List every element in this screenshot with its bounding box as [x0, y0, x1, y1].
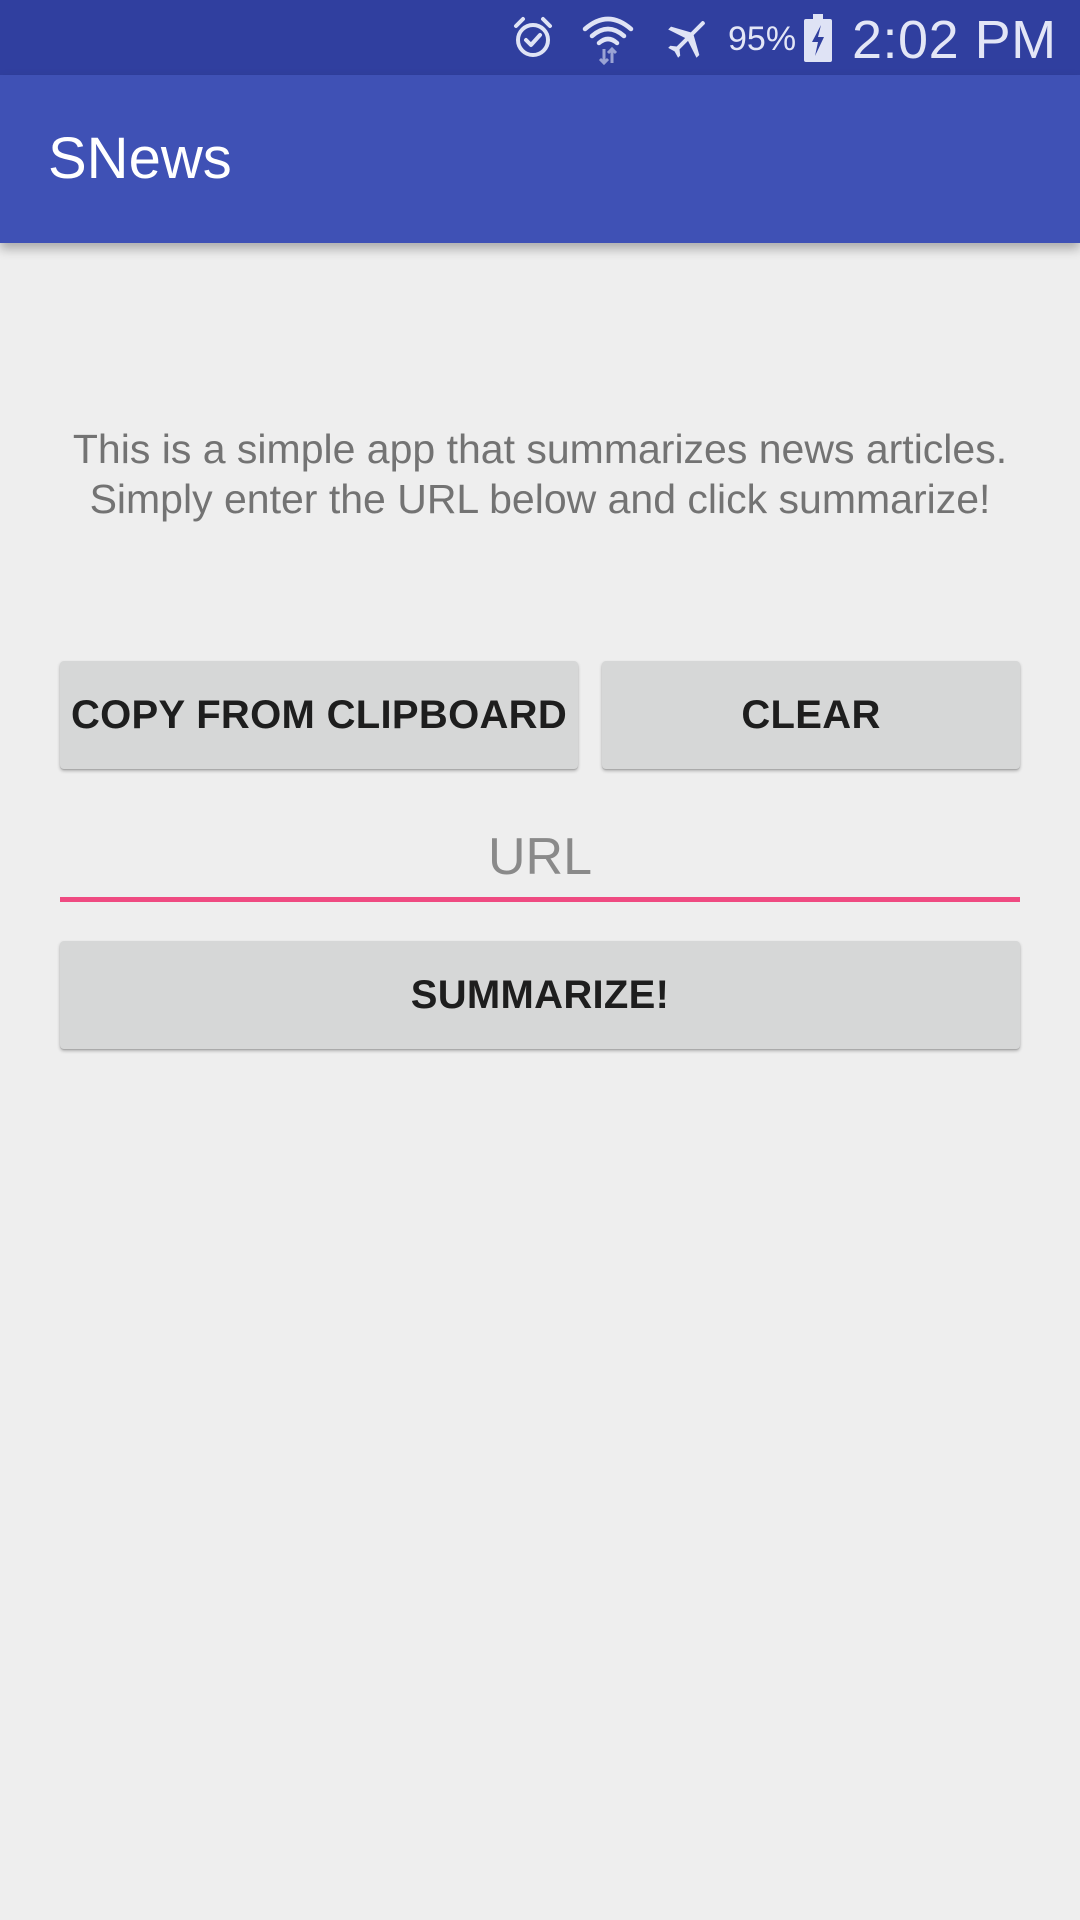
- app-bar: SNews: [0, 75, 1080, 243]
- url-input[interactable]: [60, 816, 1020, 902]
- wifi-icon: [578, 0, 638, 75]
- battery-percent: 95%: [728, 20, 797, 58]
- intro-text: This is a simple app that summarizes new…: [72, 426, 1008, 522]
- clear-button[interactable]: CLEAR: [602, 661, 1020, 769]
- status-bar: 95% 2:02 PM: [0, 0, 1080, 75]
- copy-from-clipboard-button[interactable]: COPY FROM CLIPBOARD: [60, 661, 578, 769]
- alarm-icon: [505, 0, 561, 75]
- app-title: SNews: [48, 126, 232, 191]
- battery-charging-icon: [800, 0, 836, 75]
- airplane-mode-icon: [660, 0, 716, 75]
- summarize-button[interactable]: SUMMARIZE!: [60, 941, 1020, 1049]
- screen: 95% 2:02 PM SNews This is a simple app t…: [0, 0, 1080, 1920]
- status-time: 2:02 PM: [852, 10, 1057, 70]
